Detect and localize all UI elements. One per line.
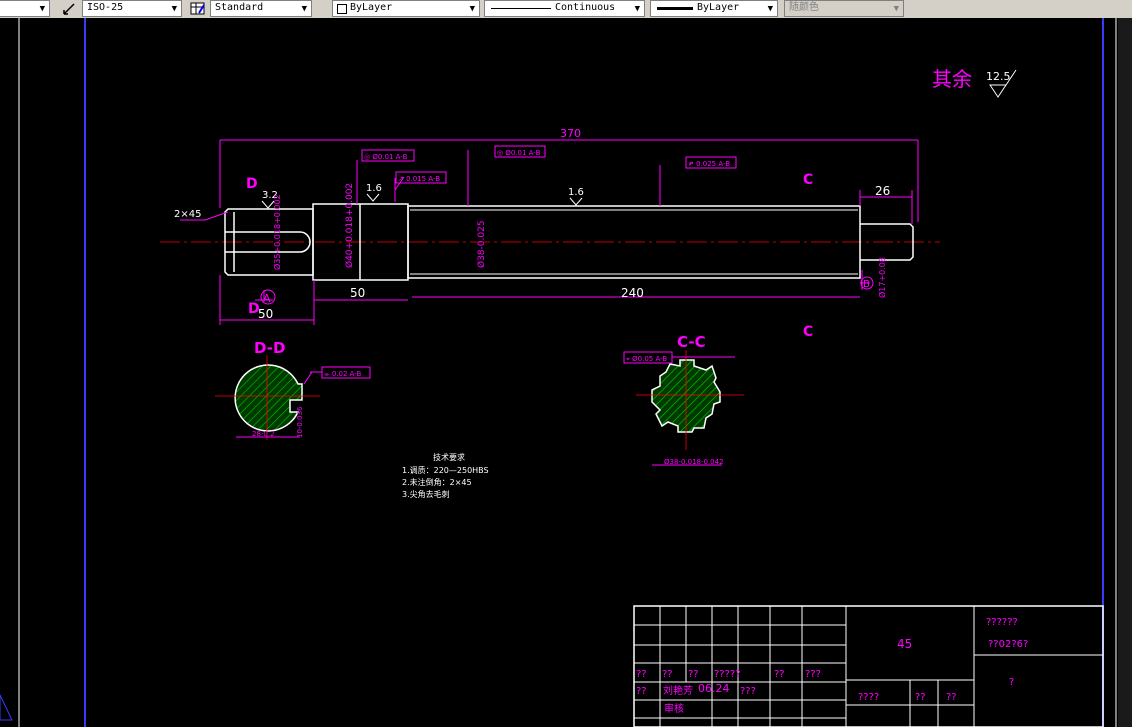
dd-width: 28-0.2 — [252, 430, 275, 438]
tb-mark: ?? — [636, 686, 647, 697]
gtol-3: ◎ Ø0.01 A-B — [497, 149, 541, 157]
tb-row1-c6: ??? — [805, 669, 821, 680]
dim-50-left: 50 — [258, 307, 273, 321]
chevron-down-icon: ▼ — [767, 4, 773, 14]
tablestyle-icon[interactable] — [190, 1, 206, 16]
gtol-2: ↗ 0.015 A-B — [398, 175, 440, 183]
dim-dia-38: Ø38-0.025 — [476, 220, 487, 268]
roughness-symbol-icon — [569, 197, 583, 206]
section-dd-title: D-D — [254, 339, 285, 357]
plotstyle-combo: 随颜色 ▼ — [784, 0, 904, 17]
cad-drawing[interactable]: 其余 12.5 370 2×45 D D C C 3.2 1.6 1.6 26 … — [0, 18, 1132, 727]
drawing-number: ??02?6? — [988, 639, 1028, 650]
lineweight-value: ByLayer — [697, 2, 740, 13]
dimstyle-select[interactable]: ▼ — [0, 0, 50, 17]
roughness-1-6-b: 1.6 — [568, 187, 584, 198]
cc-dia: Ø38-0.018-0.042 — [664, 458, 724, 466]
linetype-combo[interactable]: Continuous ▼ — [484, 0, 645, 17]
roughness-other-label: 其余 — [932, 67, 972, 91]
dim-240: 240 — [621, 286, 644, 300]
chevron-down-icon: ▼ — [171, 4, 177, 14]
datum-b: B — [863, 279, 870, 290]
chevron-down-icon: ▼ — [301, 4, 307, 14]
chevron-down-icon: ▼ — [634, 4, 640, 14]
approver: 审核 — [664, 702, 684, 715]
dd-section-shape — [234, 364, 303, 432]
dropdown-arrow-icon: ▼ — [39, 4, 45, 14]
dd-gtol-leader — [303, 371, 322, 385]
color-combo[interactable]: ByLayer ▼ — [332, 0, 480, 17]
material: 45 — [897, 637, 912, 651]
technical-requirements: 技术要求 1.调质：220—250HBS 2.未注倒角：2×45 3.尖角去毛刺 — [402, 452, 489, 499]
sheet-label-2: ?? — [946, 692, 957, 703]
tablestyle-combo[interactable]: Standard ▼ — [210, 0, 312, 17]
tb-row1-c1: ?? — [636, 669, 647, 680]
chevron-down-icon: ▼ — [893, 4, 899, 14]
geometric-tolerances: ◎ Ø0.01 A-B ↗ 0.015 A-B ◎ Ø0.01 A-B ↗ 0.… — [361, 145, 737, 184]
chevron-down-icon: ▼ — [469, 4, 475, 14]
design-date: 06.24 — [698, 682, 730, 695]
properties-toolbar: ▼ ISO-25 ▼ Standard ▼ ByLayer ▼ Continuo… — [0, 0, 1132, 19]
title-question: ? — [1009, 677, 1014, 688]
dimstyle-icon[interactable] — [62, 1, 78, 16]
linetype-value: Continuous — [555, 2, 616, 13]
title-block — [633, 605, 1104, 727]
dim-370: 370 — [560, 127, 581, 140]
dd-key: 10-0.036 — [296, 406, 304, 438]
dimstyle-combo[interactable]: ISO-25 ▼ — [82, 0, 182, 17]
cc-gtol: ⌖ Ø0.05 A-B — [626, 355, 667, 363]
section-c-bottom: C — [803, 324, 813, 340]
dim-26: 26 — [875, 184, 890, 198]
dim-dia-35: Ø35+0.018+0.002 — [272, 194, 282, 270]
scale-label: ???? — [858, 692, 879, 703]
lineweight-preview-icon — [657, 7, 693, 10]
lineweight-combo[interactable]: ByLayer ▼ — [650, 0, 778, 17]
section-cc-view: C-C Ø38-0.018-0.042 ⌖ Ø0.05 A-B — [623, 333, 744, 466]
section-dd-view: D-D 28-0.2 10-0.036 ⌯ 0.02 A-B — [215, 339, 371, 440]
tb-row1-c3: ?? — [688, 669, 699, 680]
dim-dia-40: Ø40+0.018+0.002 — [344, 183, 355, 268]
tb-row1-c5: ?? — [774, 669, 785, 680]
roughness-other-value: 12.5 — [986, 70, 1011, 83]
tb-row1-c2: ?? — [662, 669, 673, 680]
main-dimension-text: 370 2×45 D D C C 3.2 1.6 1.6 26 50 50 24… — [174, 127, 890, 340]
tech-title: 技术要求 — [433, 452, 465, 462]
sheet-label-1: ?? — [915, 692, 926, 703]
dim-chamfer: 2×45 — [174, 209, 201, 220]
tb-row1-c4: ????? — [714, 669, 741, 680]
color-swatch-icon — [337, 4, 347, 14]
drawing-canvas[interactable]: 其余 12.5 370 2×45 D D C C 3.2 1.6 1.6 26 … — [0, 18, 1132, 727]
plotstyle-value: 随颜色 — [789, 2, 819, 13]
tablestyle-value: Standard — [215, 2, 264, 13]
ucs-icon — [0, 694, 13, 721]
tech-2: 2.未注倒角：2×45 — [402, 477, 472, 487]
section-cc-title: C-C — [677, 333, 706, 351]
drawing-name: ?????? — [986, 617, 1018, 628]
dim-dia-17: Ø17+0.08 — [877, 257, 887, 298]
color-value: ByLayer — [350, 2, 393, 13]
tb-col-mark: ??? — [740, 686, 756, 697]
datum-a: A — [263, 292, 271, 305]
tech-3: 3.尖角去毛刺 — [402, 489, 450, 499]
dimstyle-value: ISO-25 — [87, 2, 124, 13]
gtol-1: ◎ Ø0.01 A-B — [364, 153, 408, 161]
roughness-symbol-icon — [366, 193, 380, 202]
roughness-other: 其余 12.5 — [932, 67, 1017, 98]
section-c-top: C — [803, 172, 813, 188]
roughness-1-6-a: 1.6 — [366, 183, 382, 194]
vertical-scrollbar[interactable] — [1118, 18, 1132, 727]
dd-gtol: ⌯ 0.02 A-B — [324, 370, 362, 378]
section-d-top: D — [246, 176, 258, 192]
designer: 刘艳芳 — [663, 684, 693, 697]
dim-50-mid: 50 — [350, 286, 365, 300]
gtol-4: ↗ 0.025 A-B — [688, 160, 730, 168]
tech-1: 1.调质：220—250HBS — [402, 465, 489, 475]
linetype-preview-icon — [491, 8, 551, 9]
